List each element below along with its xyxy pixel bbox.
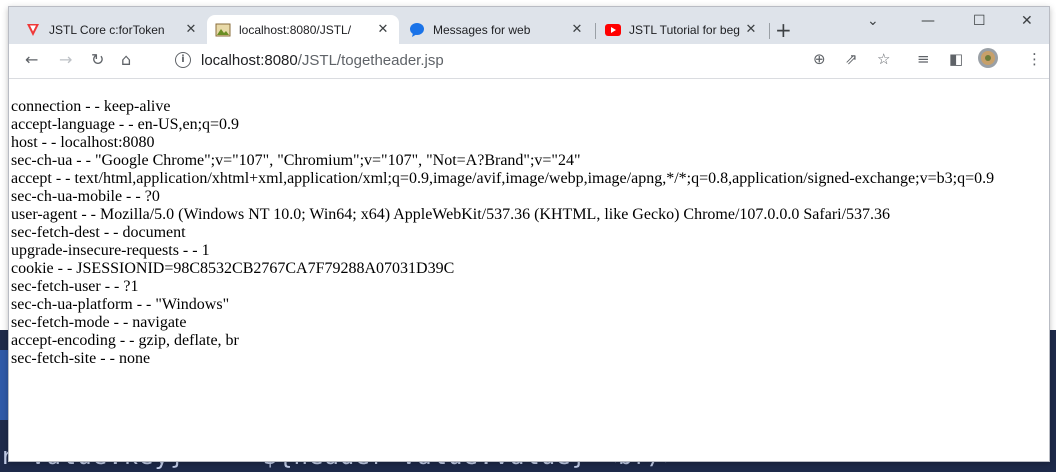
tab-separator <box>769 23 770 39</box>
tab-strip: JSTL Core c:forToken ✕ localhost:8080/JS… <box>9 7 1049 44</box>
header-line: upgrade-insecure-requests - - 1 <box>11 242 210 259</box>
browser-toolbar: ← → ↻ ⌂ i localhost:8080/JSTL/togetheade… <box>9 44 1049 79</box>
zoom-icon[interactable]: ⊕ <box>813 50 826 68</box>
header-line: sec-ch-ua-mobile - - ?0 <box>11 188 160 205</box>
tab-localhost[interactable]: localhost:8080/JSTL/ ✕ <box>207 15 399 44</box>
share-icon[interactable]: ⇗ <box>845 50 858 68</box>
new-tab-plus-icon[interactable]: + <box>775 20 792 40</box>
header-line: sec-fetch-mode - - navigate <box>11 314 187 331</box>
youtube-icon <box>605 22 621 38</box>
tab-messages[interactable]: Messages for web ✕ <box>401 15 593 44</box>
header-line: sec-fetch-dest - - document <box>11 224 186 241</box>
vivaldi-v-icon <box>25 22 41 38</box>
tab-title: Messages for web <box>433 22 531 37</box>
close-tab-icon[interactable]: ✕ <box>743 22 759 37</box>
page-image-icon <box>215 22 231 38</box>
header-line: sec-ch-ua-platform - - "Windows" <box>11 296 230 313</box>
back-arrow-icon[interactable]: ← <box>25 50 38 69</box>
minimize-icon[interactable]: — <box>921 13 935 29</box>
tab-jstl-core[interactable]: JSTL Core c:forToken ✕ <box>17 15 207 44</box>
header-line: cookie - - JSESSIONID=98C8532CB2767CA7F7… <box>11 260 455 277</box>
address-bar[interactable]: i localhost:8080/JSTL/togetheader.jsp <box>161 49 1041 73</box>
maximize-icon[interactable]: ☐ <box>973 13 986 29</box>
tab-separator <box>595 23 596 39</box>
profile-avatar[interactable] <box>977 47 999 73</box>
header-line: sec-fetch-user - - ?1 <box>11 278 139 295</box>
reading-list-icon[interactable]: ≡ <box>917 50 930 68</box>
url-host: localhost:8080 <box>201 52 298 69</box>
close-tab-icon[interactable]: ✕ <box>183 22 199 37</box>
home-icon[interactable]: ⌂ <box>121 50 131 69</box>
close-tab-icon[interactable]: ✕ <box>569 22 585 37</box>
header-line: sec-fetch-site - - none <box>11 350 151 367</box>
reload-icon[interactable]: ↻ <box>91 50 104 69</box>
header-line: accept-encoding - - gzip, deflate, br <box>11 332 239 349</box>
forward-arrow-icon[interactable]: → <box>59 50 72 69</box>
header-line: accept-language - - en-US,en;q=0.9 <box>11 116 240 133</box>
browser-window: JSTL Core c:forToken ✕ localhost:8080/JS… <box>8 6 1050 462</box>
tab-title: localhost:8080/JSTL/ <box>239 22 352 37</box>
header-line: accept - - text/html,application/xhtml+x… <box>11 170 995 187</box>
tab-jstl-tutorial[interactable]: JSTL Tutorial for beg ✕ <box>597 15 767 44</box>
close-tab-icon[interactable]: ✕ <box>375 22 391 37</box>
tab-search-chevron-icon[interactable]: ⌄ <box>867 13 879 29</box>
bookmark-star-icon[interactable]: ☆ <box>877 50 890 68</box>
header-line: host - - localhost:8080 <box>11 134 155 151</box>
header-line: connection - - keep-alive <box>11 98 171 115</box>
page-content: connection - - keep-alive accept-languag… <box>9 79 1049 461</box>
close-window-icon[interactable]: ✕ <box>1021 13 1033 29</box>
url-text: localhost:8080/JSTL/togetheader.jsp <box>201 52 444 69</box>
header-line: user-agent - - Mozilla/5.0 (Windows NT 1… <box>11 206 891 223</box>
url-path: /JSTL/togetheader.jsp <box>297 52 444 69</box>
tab-title: JSTL Core c:forToken <box>49 22 165 37</box>
editor-gutter-highlight <box>0 350 8 420</box>
tab-title: JSTL Tutorial for beg <box>629 22 740 37</box>
kebab-menu-icon[interactable]: ⋮ <box>1027 50 1042 68</box>
messages-bubble-icon <box>409 22 425 38</box>
site-info-icon[interactable]: i <box>175 52 191 68</box>
side-panel-icon[interactable]: ◧ <box>949 50 963 68</box>
header-line: sec-ch-ua - - "Google Chrome";v="107", "… <box>11 152 581 169</box>
